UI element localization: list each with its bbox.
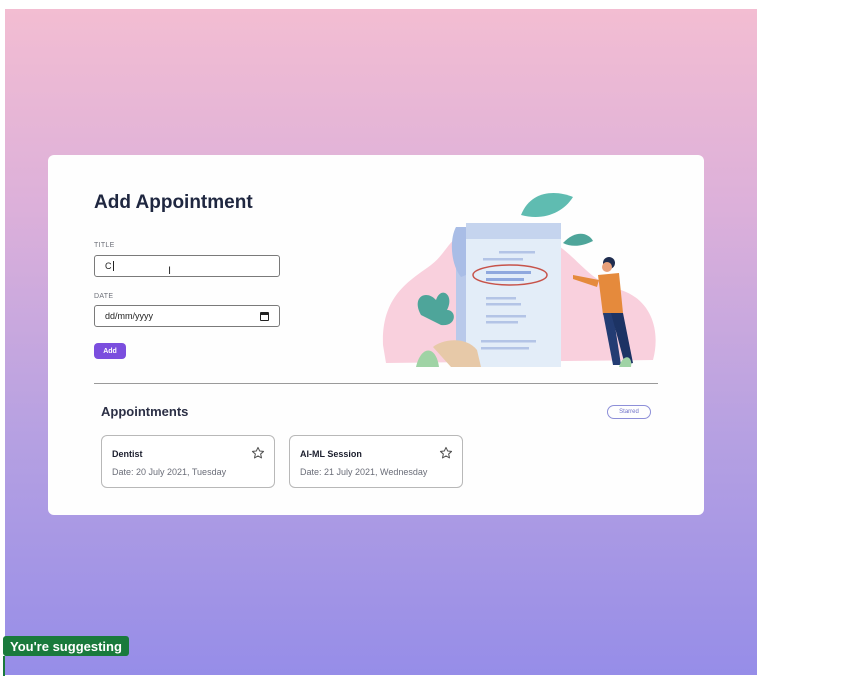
appointment-title: Dentist	[112, 449, 143, 459]
appointment-title: AI-ML Session	[300, 449, 362, 459]
star-outline-icon[interactable]	[251, 446, 265, 460]
title-input[interactable]: C	[94, 255, 280, 277]
date-input[interactable]: dd/mm/yyyy	[94, 305, 280, 327]
date-input-placeholder: dd/mm/yyyy	[105, 311, 154, 321]
appointment-date: Date: 21 July 2021, Wednesday	[300, 467, 428, 477]
title-label: TITLE	[94, 242, 115, 249]
page-title: Add Appointment	[94, 192, 253, 213]
appointment-illustration	[382, 192, 656, 367]
text-cursor	[112, 261, 114, 271]
appointment-card: Add Appointment TITLE C I DATE dd/mm/yyy…	[48, 155, 704, 515]
appointment-date: Date: 20 July 2021, Tuesday	[112, 467, 227, 477]
ibeam-cursor-icon: I	[168, 265, 172, 277]
add-button[interactable]: Add	[94, 343, 126, 359]
date-label: DATE	[94, 293, 114, 300]
starred-filter-button[interactable]: Starred	[607, 405, 651, 419]
appointment-item[interactable]: Dentist Date: 20 July 2021, Tuesday	[101, 435, 275, 488]
calendar-icon[interactable]	[260, 311, 269, 321]
star-outline-icon[interactable]	[439, 446, 453, 460]
appointments-heading: Appointments	[101, 404, 189, 419]
title-input-value: C	[105, 261, 112, 271]
suggesting-mode-badge: You're suggesting	[3, 636, 129, 656]
section-divider	[94, 383, 658, 384]
suggesting-cursor-line	[3, 656, 5, 676]
appointment-item[interactable]: AI-ML Session Date: 21 July 2021, Wednes…	[289, 435, 463, 488]
